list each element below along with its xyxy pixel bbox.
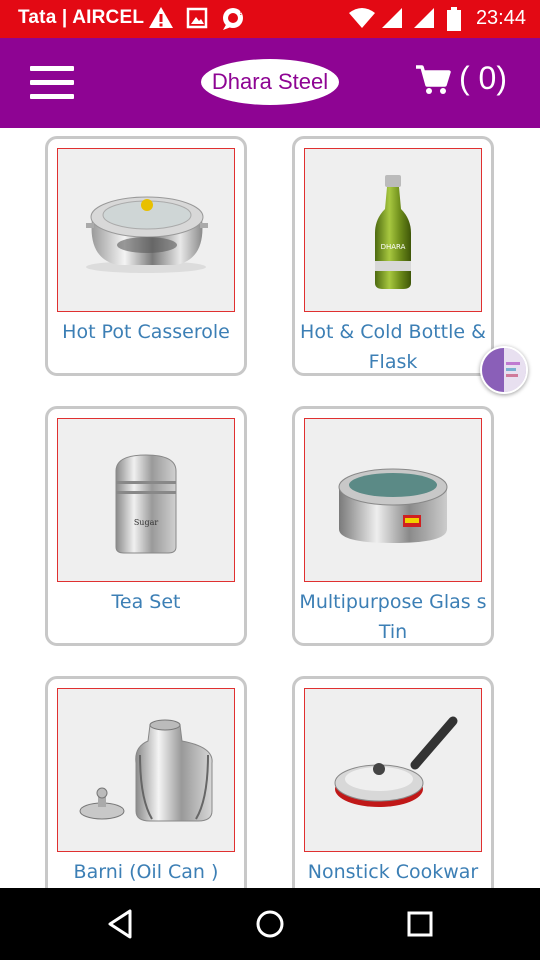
cart-icon — [416, 65, 451, 94]
product-card-nonstick-cookware[interactable]: Nonstick Cookwar — [292, 676, 494, 888]
hot-pot-casserole-image — [57, 148, 235, 312]
logo[interactable]: Dhara Steel — [201, 59, 339, 105]
product-card-oil-can[interactable]: Barni (Oil Can ) — [45, 676, 247, 888]
product-name: Nonstick Cookwar — [307, 861, 479, 883]
product-card-tea-set[interactable]: Sugar Tea Set — [45, 406, 247, 646]
image-notification-icon — [186, 6, 208, 35]
wifi-icon — [348, 6, 376, 35]
tea-set-canister-image: Sugar — [57, 418, 235, 582]
system-navigation-bar — [0, 888, 540, 960]
cart-count: ( 0) — [459, 60, 507, 96]
carrier-label: Tata | AIRCEL — [18, 7, 145, 28]
clock: 23:44 — [475, 7, 526, 29]
product-card-bottle-flask[interactable]: DHARA Hot & Cold Bottle & Flask — [292, 136, 494, 376]
signal-icon — [380, 6, 404, 35]
menu-icon[interactable] — [30, 66, 74, 100]
product-name: Multipurpose Glas s Tin — [299, 591, 487, 643]
app-bar: Dhara Steel ( 0) — [0, 38, 540, 128]
floating-chat-head[interactable] — [480, 346, 528, 394]
oil-can-image — [57, 688, 235, 852]
glass-tin-image — [304, 418, 482, 582]
bottle-flask-image: DHARA — [304, 148, 482, 312]
product-name: Barni (Oil Can ) — [73, 861, 219, 883]
recents-icon[interactable] — [402, 906, 438, 942]
back-icon[interactable] — [104, 906, 140, 942]
product-card-hot-pot-casserole[interactable]: Hot Pot Casserole — [45, 136, 247, 376]
status-bar: Tata | AIRCEL ! 23:44 — [0, 0, 540, 38]
product-name: Hot Pot Casserole — [62, 321, 230, 343]
product-card-glass-tin[interactable]: Multipurpose Glas s Tin — [292, 406, 494, 646]
cart-button[interactable]: ( 0) — [415, 60, 515, 100]
product-name: Tea Set — [111, 591, 181, 613]
home-icon[interactable] — [252, 906, 288, 942]
warning-icon — [148, 6, 174, 35]
product-name: Hot & Cold Bottle & Flask — [300, 321, 486, 373]
svg-text:DHARA: DHARA — [381, 243, 406, 251]
svg-text:Sugar: Sugar — [134, 518, 159, 527]
chat-notification-icon: ! — [220, 6, 246, 37]
nonstick-pan-image — [304, 688, 482, 852]
svg-text:!: ! — [239, 8, 243, 18]
signal-icon-2 — [412, 6, 436, 35]
product-grid: Hot Pot Casserole DHARA Hot & Cold Bottl… — [0, 128, 540, 888]
battery-icon — [446, 6, 462, 37]
